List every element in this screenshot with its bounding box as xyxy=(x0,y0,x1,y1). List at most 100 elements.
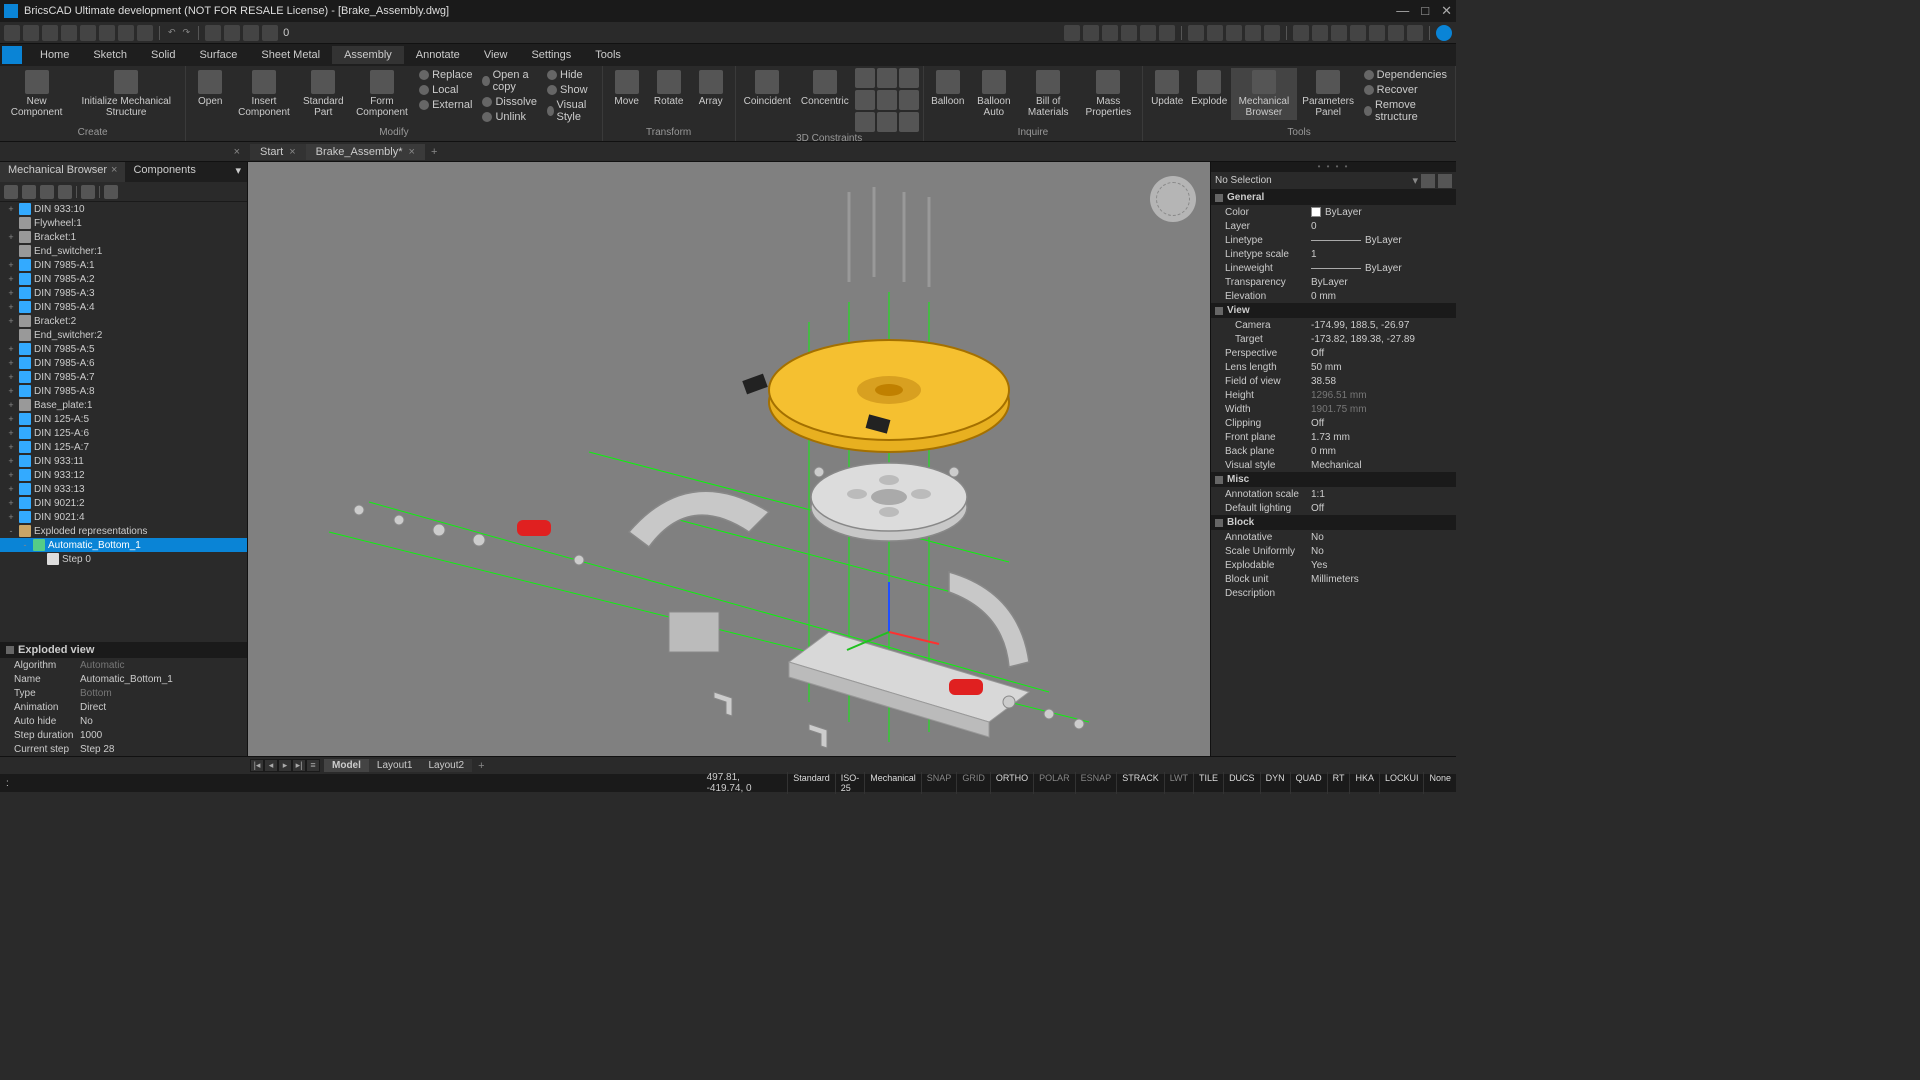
property-row[interactable]: AnimationDirect xyxy=(0,700,247,714)
property-row[interactable]: Elevation0 mm xyxy=(1211,289,1456,303)
constraint-icon[interactable] xyxy=(877,90,897,110)
qat-icon[interactable] xyxy=(1064,25,1080,41)
qat-icon[interactable] xyxy=(1102,25,1118,41)
qat-icon[interactable] xyxy=(243,25,259,41)
explode-button[interactable]: Explode xyxy=(1189,68,1229,109)
new-component-button[interactable]: New Component xyxy=(4,68,69,120)
external-button[interactable]: External xyxy=(415,98,476,112)
constraint-icon[interactable] xyxy=(855,112,875,132)
qat-icon[interactable] xyxy=(1264,25,1280,41)
property-row[interactable]: ExplodableYes xyxy=(1211,558,1456,572)
component-tree[interactable]: +DIN 933:10Flywheel:1+Bracket:1End_switc… xyxy=(0,202,247,642)
status-toggle[interactable]: LOCKUI xyxy=(1379,772,1424,794)
standard-part-button[interactable]: Standard Part xyxy=(298,68,349,120)
status-toggle[interactable]: ESNAP xyxy=(1075,772,1117,794)
local-button[interactable]: Local xyxy=(415,83,476,97)
maximize-button[interactable]: □ xyxy=(1421,3,1429,19)
tree-row[interactable]: -Automatic_Bottom_1 xyxy=(0,538,247,552)
property-row[interactable]: Scale UniformlyNo xyxy=(1211,544,1456,558)
ribbon-tab[interactable]: Solid xyxy=(139,46,187,64)
status-toggle[interactable]: ISO-25 xyxy=(835,772,865,794)
qat-icon[interactable] xyxy=(23,25,39,41)
property-group-header[interactable]: Block xyxy=(1211,515,1456,530)
layout-tab[interactable]: Layout1 xyxy=(369,759,421,772)
qat-icon[interactable] xyxy=(61,25,77,41)
selection-dropdown[interactable]: No Selection xyxy=(1215,175,1412,186)
ribbon-tab[interactable]: Settings xyxy=(519,46,583,64)
doc-tab-file[interactable]: Brake_Assembly*× xyxy=(306,144,425,160)
property-row[interactable]: ClippingOff xyxy=(1211,416,1456,430)
tree-row[interactable]: +DIN 7985-A:8 xyxy=(0,384,247,398)
balloon-button[interactable]: Balloon xyxy=(928,68,968,109)
property-row[interactable]: Linetype scale1 xyxy=(1211,247,1456,261)
tree-row[interactable]: +DIN 7985-A:3 xyxy=(0,286,247,300)
panel-tab-components[interactable]: Components xyxy=(125,162,203,182)
qat-icon[interactable] xyxy=(1121,25,1137,41)
form-component-button[interactable]: Form Component xyxy=(351,68,413,120)
property-row[interactable]: Front plane1.73 mm xyxy=(1211,430,1456,444)
concentric-button[interactable]: Concentric xyxy=(797,68,853,109)
panel-tab-mech-browser[interactable]: Mechanical Browser× xyxy=(0,162,125,182)
property-row[interactable]: Back plane0 mm xyxy=(1211,444,1456,458)
dependencies-button[interactable]: Dependencies xyxy=(1360,68,1451,82)
property-group-header[interactable]: View xyxy=(1211,303,1456,318)
status-toggle[interactable]: LWT xyxy=(1164,772,1193,794)
property-row[interactable]: AnnotativeNo xyxy=(1211,530,1456,544)
property-row[interactable]: Block unitMillimeters xyxy=(1211,572,1456,586)
replace-button[interactable]: Replace xyxy=(415,68,476,82)
close-button[interactable]: ✕ xyxy=(1441,3,1452,19)
rotate-button[interactable]: Rotate xyxy=(649,68,689,109)
tree-row[interactable]: +DIN 933:11 xyxy=(0,454,247,468)
property-group-header[interactable]: Misc xyxy=(1211,472,1456,487)
constraint-icon[interactable] xyxy=(899,112,919,132)
qat-icon[interactable] xyxy=(1369,25,1385,41)
mech-browser-button[interactable]: Mechanical Browser xyxy=(1231,68,1296,120)
help-icon[interactable] xyxy=(1436,25,1452,41)
command-line[interactable]: : xyxy=(0,778,699,789)
layout-tab[interactable]: Model xyxy=(324,759,369,772)
tree-row[interactable]: +DIN 933:10 xyxy=(0,202,247,216)
status-toggle[interactable]: ORTHO xyxy=(990,772,1033,794)
qat-icon[interactable] xyxy=(99,25,115,41)
status-toggle[interactable]: TILE xyxy=(1193,772,1223,794)
property-row[interactable]: Description xyxy=(1211,586,1456,600)
qat-icon[interactable] xyxy=(1140,25,1156,41)
tree-search-icon[interactable] xyxy=(104,185,118,199)
tree-row[interactable]: Step 0 xyxy=(0,552,247,566)
property-row[interactable]: Height1296.51 mm xyxy=(1211,388,1456,402)
layout-tab-add[interactable]: + xyxy=(472,759,490,773)
qat-icon[interactable] xyxy=(1350,25,1366,41)
status-toggle[interactable]: QUAD xyxy=(1290,772,1327,794)
tree-tool-icon[interactable] xyxy=(22,185,36,199)
constraint-icon[interactable] xyxy=(855,90,875,110)
constraint-icon[interactable] xyxy=(899,90,919,110)
qat-icon[interactable] xyxy=(42,25,58,41)
ribbon-tab[interactable]: Sketch xyxy=(81,46,139,64)
ribbon-tab[interactable]: Sheet Metal xyxy=(249,46,332,64)
layout-nav-prev[interactable]: ◂ xyxy=(264,759,278,772)
ribbon-tab[interactable]: Assembly xyxy=(332,46,404,64)
property-row[interactable]: LineweightByLayer xyxy=(1211,261,1456,275)
status-toggle[interactable]: DUCS xyxy=(1223,772,1260,794)
tree-row[interactable]: +DIN 7985-A:2 xyxy=(0,272,247,286)
init-mech-button[interactable]: Initialize Mechanical Structure xyxy=(71,68,181,120)
qat-icon[interactable] xyxy=(1083,25,1099,41)
tree-row[interactable]: +DIN 9021:4 xyxy=(0,510,247,524)
tree-tool-icon[interactable] xyxy=(40,185,54,199)
property-row[interactable]: ColorByLayer xyxy=(1211,205,1456,219)
array-button[interactable]: Array xyxy=(691,68,731,109)
bom-button[interactable]: Bill of Materials xyxy=(1020,68,1077,120)
quick-select-icon[interactable] xyxy=(1438,174,1452,188)
qat-icon[interactable] xyxy=(262,25,278,41)
panel-tab-dropdown[interactable]: ▾ xyxy=(229,162,247,182)
property-row[interactable]: Step duration1000 xyxy=(0,728,247,742)
balloon-auto-button[interactable]: Balloon Auto xyxy=(970,68,1018,120)
property-row[interactable]: Width1901.75 mm xyxy=(1211,402,1456,416)
update-button[interactable]: Update xyxy=(1147,68,1187,109)
tree-row[interactable]: +DIN 9021:2 xyxy=(0,496,247,510)
doc-tab-add[interactable]: + xyxy=(425,144,443,160)
constraint-icon[interactable] xyxy=(877,112,897,132)
layout-nav-first[interactable]: |◂ xyxy=(250,759,264,772)
property-row[interactable]: TransparencyByLayer xyxy=(1211,275,1456,289)
status-toggle[interactable]: GRID xyxy=(956,772,990,794)
